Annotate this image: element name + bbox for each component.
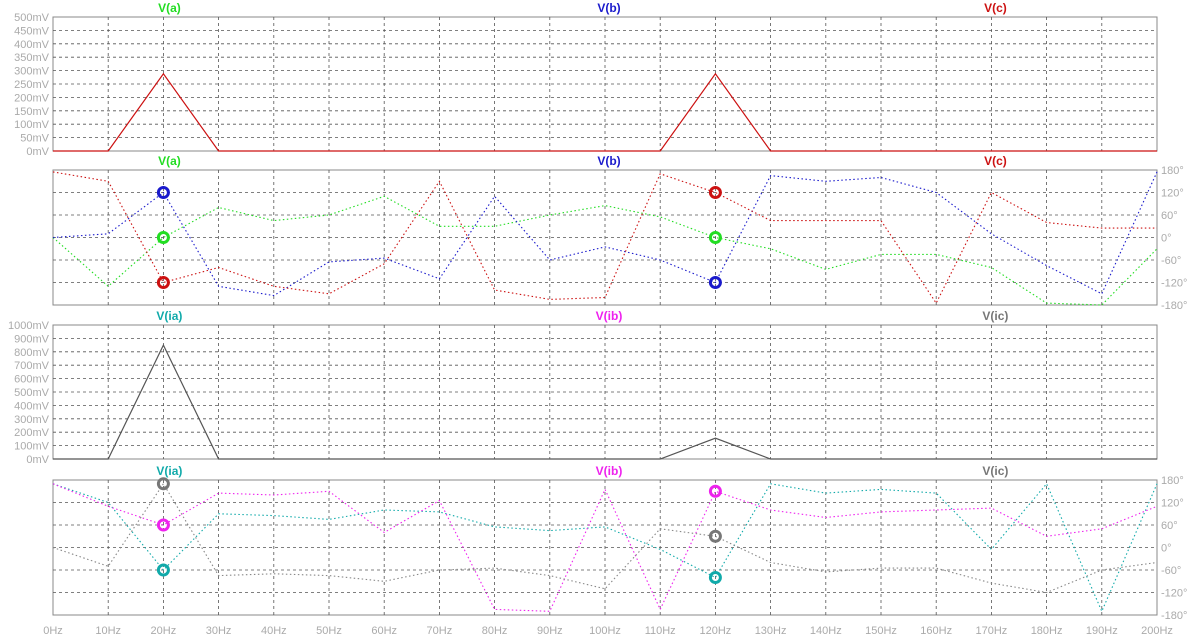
y-tick-label: 450mV (14, 25, 50, 37)
x-tick-label: 70Hz (427, 625, 453, 637)
x-tick-label: 90Hz (537, 625, 563, 637)
y-tick-label: 120° (1161, 188, 1184, 200)
panel-current-magnitude: 0mV100mV 200mV300mV 400mV500mV600mV 700mV80… (8, 309, 1158, 466)
y-tick-label: 0° (1161, 233, 1172, 245)
x-tick-label: 160Hz (920, 625, 952, 637)
y-tick-label: 100mV (14, 119, 50, 131)
y-tick-label: -120° (1161, 278, 1187, 290)
panel-voltage-magnitude: 0mV50mV 100mV150mV 200mV250mV300mV 350mV400… (14, 1, 1158, 158)
x-tick-label: 50Hz (316, 625, 342, 637)
trace-label: V(ic) (982, 464, 1008, 478)
y-tick-label: 60° (1161, 210, 1178, 222)
y-tick-label: 400mV (14, 400, 50, 412)
x-tick-label: 100Hz (589, 625, 621, 637)
y-tick-label: 180° (1161, 165, 1184, 177)
y-tick-label: 100mV (14, 441, 50, 453)
y-tick-label: 700mV (14, 360, 50, 372)
trace-label: V(b) (597, 1, 620, 15)
y-tick-label: 250mV (14, 79, 50, 91)
panel-voltage-phase: -180° -120° -60° 0° 60° 120° 180° V(a) V(b) V(c) (52, 154, 1187, 312)
y-tick-label: -180° (1161, 610, 1187, 622)
y-tick-label: 200mV (14, 92, 50, 104)
trace-label: V(c) (984, 154, 1007, 168)
y-tick-label: -120° (1161, 588, 1187, 600)
plot-panels: 0mV50mV100mV150mV200mV250mV300mV350mV400… (8, 1, 1187, 622)
x-tick-label: 80Hz (482, 625, 508, 637)
trace-label: V(a) (158, 154, 181, 168)
x-tick-label: 120Hz (700, 625, 732, 637)
y-tick-label: 500mV (14, 12, 50, 24)
trace-label: V(b) (597, 154, 620, 168)
y-tick-label: -60° (1161, 565, 1181, 577)
trace-label: V(ia) (156, 464, 182, 478)
x-tick-label: 0Hz (43, 625, 63, 637)
x-tick-label: 30Hz (206, 625, 232, 637)
y-tick-label: 500mV (14, 387, 50, 399)
y-tick-label: 400mV (14, 39, 50, 51)
y-tick-label: 180° (1161, 475, 1184, 487)
trace-label: V(c) (984, 1, 1007, 15)
y-tick-label: 1000mV (8, 320, 50, 332)
panel-current-phase: -180° -120° -60° 0° 60° 120° 180° V(ia) V(ib) V(i… (52, 464, 1187, 622)
y-tick-label: 60° (1161, 520, 1178, 532)
waveform-viewer[interactable]: 0mV50mV100mV150mV200mV250mV300mV350mV400… (0, 0, 1200, 640)
x-tick-label: 180Hz (1031, 625, 1063, 637)
y-tick-label: 0mV (26, 454, 49, 466)
y-tick-label: 50mV (20, 133, 49, 145)
trace-label: V(a) (158, 1, 181, 15)
y-tick-label: 600mV (14, 374, 50, 386)
y-tick-label: 350mV (14, 52, 50, 64)
y-tick-label: 200mV (14, 427, 50, 439)
y-tick-label: 300mV (14, 66, 50, 78)
y-tick-label: 0° (1161, 543, 1172, 555)
frequency-axis: 0Hz 10Hz 20Hz 30Hz 40Hz 50Hz 60Hz 70Hz 80Hz 90Hz 1… (43, 625, 1173, 637)
x-tick-label: 20Hz (151, 625, 177, 637)
x-tick-label: 140Hz (810, 625, 842, 637)
x-tick-label: 170Hz (976, 625, 1008, 637)
trace-label: V(ic) (982, 309, 1008, 323)
y-tick-label: 120° (1161, 498, 1184, 510)
x-tick-label: 60Hz (371, 625, 397, 637)
x-tick-label: 110Hz (645, 625, 676, 637)
y-tick-label: 800mV (14, 347, 50, 359)
y-tick-label: 900mV (14, 333, 50, 345)
x-tick-label: 150Hz (865, 625, 897, 637)
trace-label: V(ib) (596, 309, 623, 323)
trace-label: V(ia) (156, 309, 182, 323)
y-tick-label: -60° (1161, 255, 1181, 267)
y-tick-label: -180° (1161, 300, 1187, 312)
trace-label: V(ib) (596, 464, 623, 478)
x-tick-label: 130Hz (755, 625, 787, 637)
y-tick-label: 300mV (14, 414, 50, 426)
y-tick-label: 0mV (26, 146, 49, 158)
x-tick-label: 190Hz (1086, 625, 1118, 637)
x-tick-label: 200Hz (1141, 625, 1173, 637)
x-tick-label: 40Hz (261, 625, 287, 637)
x-tick-label: 10Hz (95, 625, 121, 637)
y-tick-label: 150mV (14, 106, 50, 118)
